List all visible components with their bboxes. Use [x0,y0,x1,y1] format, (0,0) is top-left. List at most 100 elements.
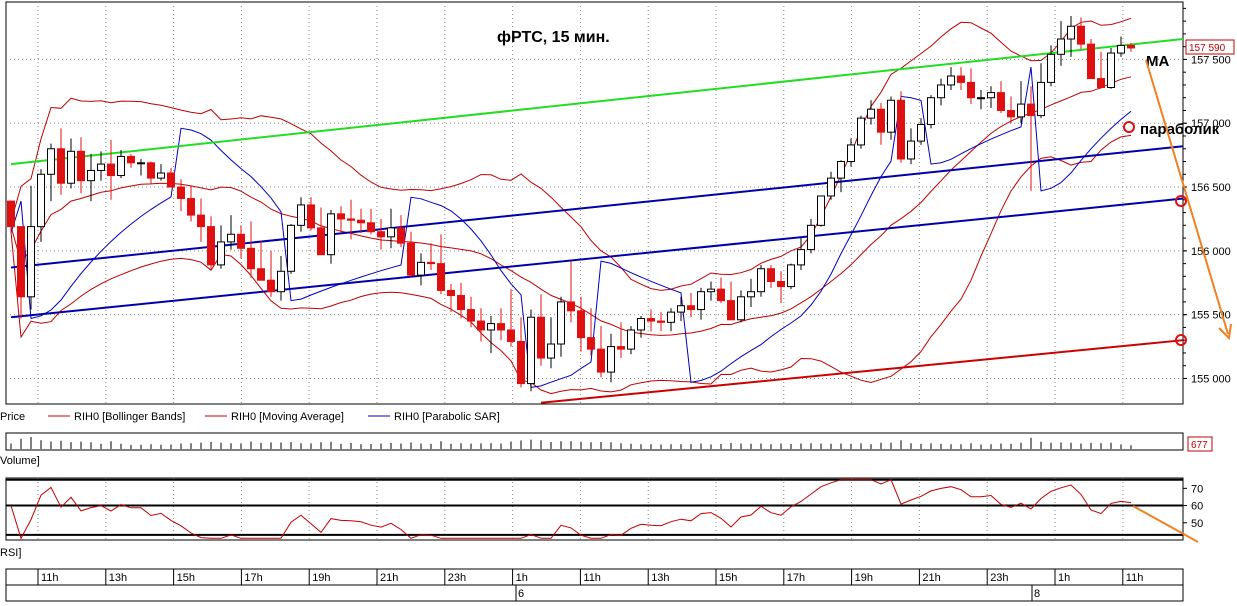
candle-up [977,97,985,100]
candle-down [167,172,175,188]
candle-down [7,200,15,228]
candle-up [937,84,945,99]
volume-panel [5,432,1184,451]
rsi-tick-label: 50 [1191,518,1203,530]
candle-up [797,249,805,266]
time-tick-label: 19h [312,572,330,584]
candle-up [27,226,35,298]
candle-up [417,261,425,276]
candle-up [747,291,755,298]
candle-up [287,224,295,272]
legend: Price RIH0 [Bollinger Bands] RIH0 [Movin… [0,411,500,423]
candle-down [437,263,445,291]
candle-up [97,163,105,171]
candle-up [557,301,565,345]
time-tick-label: 23h [448,572,466,584]
candle-down [347,218,355,221]
ma-annotation: MA [1146,53,1169,70]
candle-down [407,242,415,276]
time-tick-label: 11h [1126,572,1144,584]
candle-down [617,346,625,350]
time-tick-label: 15h [177,572,195,584]
candle-down [457,295,465,311]
candle-down [447,289,455,297]
candle-down [367,222,375,233]
candle-down [897,99,905,160]
candle-up [1067,25,1075,40]
candle-up [117,155,125,177]
candle-up [887,99,895,133]
candle-up [847,144,855,163]
day-tick-label: 8 [1034,588,1040,600]
chart-canvas: 157 500157 000156 500156 000155 500155 0… [0,1,1235,602]
candle-up [157,172,165,179]
candle-up [827,177,835,197]
candle-up [1017,103,1025,118]
time-tick-label: 23h [990,572,1008,584]
candle-up [227,233,235,243]
candle-down [197,214,205,228]
candle-down [267,279,275,293]
time-tick-label: 13h [109,572,127,584]
volume-last-label: 677 [1191,440,1208,451]
legend-ma: RIH0 [Moving Average] [231,411,344,423]
rsi-panel [5,477,1184,541]
candle-down [1087,43,1095,80]
candle-down [1097,78,1105,89]
candle-up [627,329,635,350]
candle-up [737,296,745,321]
candle-up [787,264,795,288]
candle-up [867,108,875,119]
price-axis: 157 500157 000156 500156 000155 500155 0… [1183,7,1231,385]
candle-down [967,81,975,99]
candle-up [947,75,955,86]
price-tick-label: 155 000 [1191,373,1231,385]
candle-up [807,224,815,251]
time-tick-label: 17h [244,572,262,584]
candle-down [247,247,255,270]
candle-up [527,316,535,385]
candle-up [487,323,495,331]
candle-up [817,195,825,226]
time-tick-label: 1h [516,572,528,584]
candle-up [547,343,555,359]
day-tick-label: 6 [518,588,524,600]
price-tick-label: 156 500 [1191,182,1231,194]
candle-up [707,288,715,293]
candle-up [1047,53,1055,83]
parabolic-annotation: параболик [1140,121,1220,138]
candle-down [427,261,435,265]
candle-down [477,320,485,331]
candle-down [127,155,135,164]
candle-down [77,150,85,182]
candle-up [137,162,145,165]
candle-up [37,173,45,228]
candle-up [67,150,75,184]
candle-down [1007,109,1015,118]
candle-down [647,317,655,322]
candle-down [1027,103,1035,117]
candle-down [567,301,575,312]
time-tick-label: 11h [41,572,59,584]
candle-down [1127,44,1135,49]
candle-down [337,213,345,220]
candle-down [237,233,245,249]
candle-up [1117,44,1125,54]
candle-down [657,320,665,323]
candle-down [397,227,405,244]
candle-up [907,140,915,160]
candle-up [697,291,705,311]
candle-down [357,219,365,224]
time-tick-label: 17h [787,572,805,584]
rsi-tick-label: 70 [1191,483,1203,495]
time-tick-label: 19h [855,572,873,584]
price-tick-label: 157 500 [1191,54,1231,66]
candle-down [147,162,155,179]
candle-down [727,300,735,321]
price-tick-label: 156 000 [1191,246,1231,258]
candle-down [207,226,215,266]
candle-down [57,148,65,184]
candle-down [317,227,325,256]
time-tick-label: 15h [719,572,737,584]
candle-down [467,309,475,322]
